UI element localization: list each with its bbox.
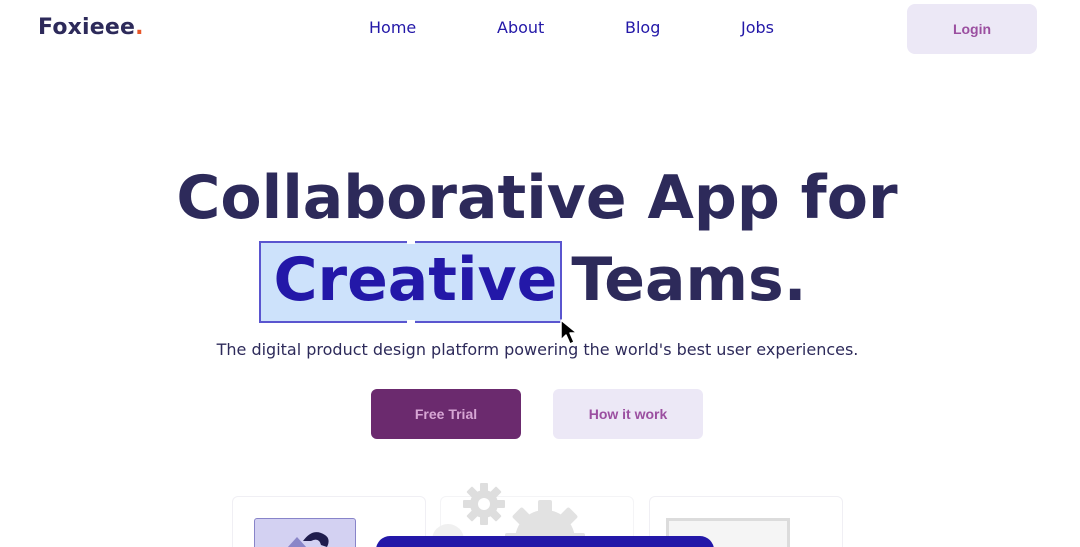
hero-subtitle: The digital product design platform powe… [216, 340, 859, 359]
hero-title-line1: Collaborative App for [176, 163, 898, 233]
free-trial-button[interactable]: Free Trial [371, 389, 521, 439]
logo-text: Foxieee [38, 15, 136, 40]
landing-page: Foxieee. Home About Blog Jobs Login Coll… [0, 0, 1080, 547]
how-it-work-button[interactable]: How it work [553, 389, 703, 439]
logo-dot: . [135, 15, 144, 40]
hero-highlighted-word[interactable]: Creative [273, 245, 557, 315]
image-thumbnail [254, 518, 356, 547]
nav-home[interactable]: Home [369, 18, 416, 37]
hero-title-line2: Creative Teams. [0, 250, 1080, 310]
hero-title-word: Teams. [571, 245, 807, 315]
login-button[interactable]: Login [907, 4, 1037, 54]
nav-blog[interactable]: Blog [625, 18, 660, 37]
nav-about[interactable]: About [497, 18, 544, 37]
app-preview-bar [376, 536, 714, 547]
logo[interactable]: Foxieee. [38, 15, 144, 40]
nav-jobs[interactable]: Jobs [741, 18, 774, 37]
